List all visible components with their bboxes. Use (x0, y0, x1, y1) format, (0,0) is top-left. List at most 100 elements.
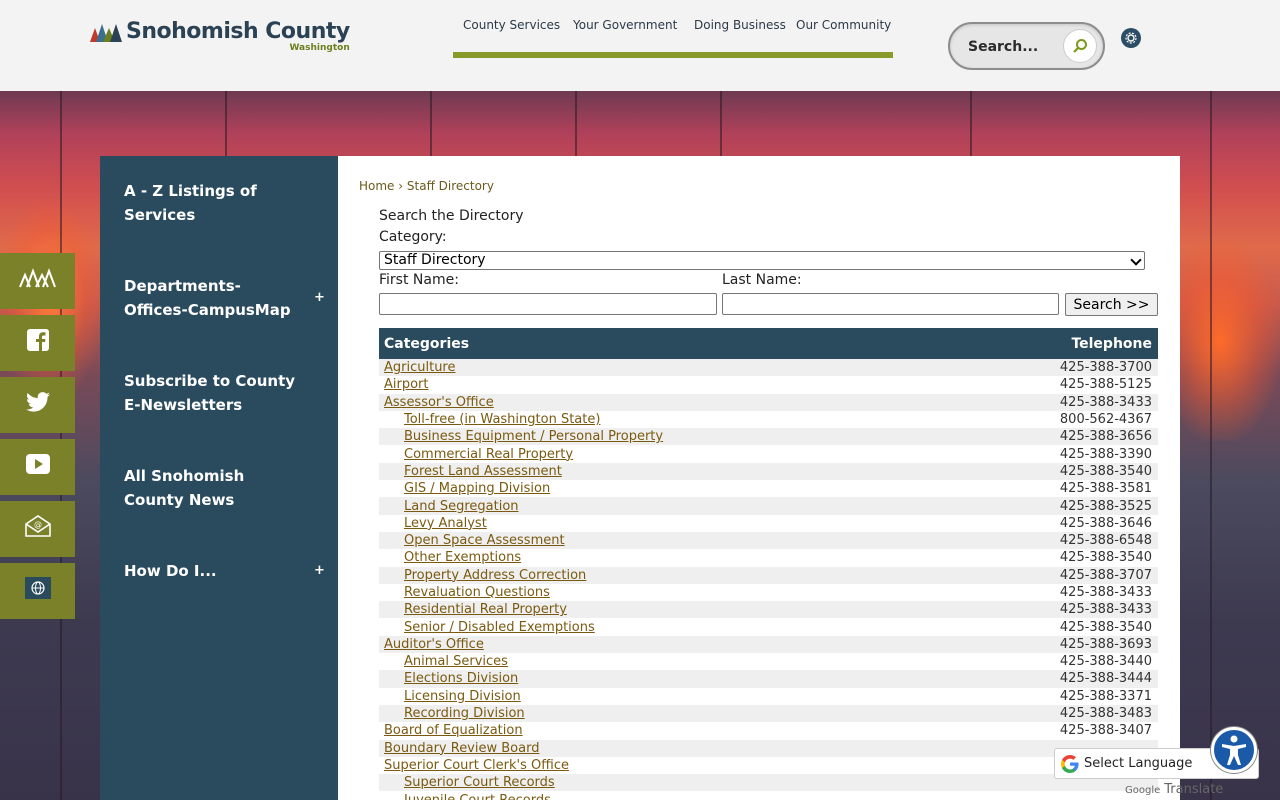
sidenav-subscribe[interactable]: Subscribe to County E-Newsletters (124, 369, 304, 417)
category-link[interactable]: Recording Division (379, 706, 525, 721)
table-row: Land Segregation 425-388-3525 (379, 497, 1158, 515)
category-link[interactable]: Senior / Disabled Exemptions (379, 620, 595, 635)
last-name-input[interactable] (722, 293, 1059, 315)
column-categories: Categories (384, 335, 470, 352)
category-link[interactable]: Property Address Correction (379, 568, 586, 583)
table-row: GIS / Mapping Division 425-388-3581 (379, 480, 1158, 497)
category-link[interactable]: Assessor's Office (379, 395, 494, 410)
first-name-input[interactable] (379, 293, 717, 315)
svg-text:@: @ (34, 520, 42, 529)
telephone-value: 800-562-4367 (1059, 412, 1152, 428)
category-link[interactable]: Airport (379, 377, 429, 392)
sidenav-departments[interactable]: Departments-Offices-CampusMap (124, 274, 304, 322)
breadcrumb: Home › Staff Directory (359, 179, 494, 193)
side-navigation: A - Z Listings of Services Departments-O… (100, 156, 338, 800)
accessibility-icon (1222, 735, 1246, 765)
logo-name: Snohomish County (126, 19, 350, 44)
category-label: Category: (379, 229, 447, 245)
telephone-value: 425-388-3444 (1059, 671, 1152, 687)
category-link[interactable]: Board of Equalization (379, 723, 523, 738)
last-name-label: Last Name: (722, 272, 802, 288)
telephone-value: 425-388-3407 (1059, 723, 1152, 739)
table-row: Property Address Correction 425-388-3707 (379, 566, 1158, 584)
category-link[interactable]: Business Equipment / Personal Property (379, 429, 663, 444)
social-translate-link[interactable] (0, 563, 75, 619)
nav-our-community[interactable]: Our Community (796, 18, 891, 32)
table-row: Commercial Real Property 425-388-3390 (379, 445, 1158, 462)
social-email-link[interactable]: @ (0, 501, 75, 557)
table-row: Boundary Review Board (379, 739, 1158, 757)
logo-trees-icon (90, 24, 122, 42)
directory-table: Categories Telephone Agriculture 425-388-… (379, 328, 1158, 800)
site-search[interactable]: Search... (948, 22, 1105, 70)
category-link[interactable]: Agriculture (379, 360, 456, 375)
category-link[interactable]: Juvenile Court Records (379, 793, 551, 800)
search-button[interactable] (1063, 29, 1097, 63)
nav-your-government[interactable]: Your Government (573, 18, 677, 32)
youtube-icon (25, 454, 50, 474)
category-link[interactable]: Revaluation Questions (379, 585, 550, 600)
social-facebook-link[interactable] (0, 315, 75, 371)
breadcrumb-separator: › (398, 179, 404, 193)
category-link[interactable]: Residential Real Property (379, 602, 567, 617)
social-youtube-link[interactable] (0, 439, 75, 495)
table-row: Elections Division 425-388-3444 (379, 670, 1158, 688)
table-row: Auditor's Office 425-388-3693 (379, 635, 1158, 654)
translate-link[interactable]: Translate (1164, 782, 1223, 797)
sidenav-news[interactable]: All Snohomish County News (124, 464, 304, 512)
accessibility-button[interactable] (1211, 727, 1257, 773)
main-content: Home › Staff Directory Search the Direct… (338, 156, 1180, 800)
category-link[interactable]: Superior Court Records (379, 775, 555, 790)
category-link[interactable]: Land Segregation (379, 499, 519, 514)
table-row: Assessor's Office 425-388-3433 (379, 393, 1158, 411)
table-row: Business Equipment / Personal Property 42… (379, 428, 1158, 446)
telephone-value: 425-388-6548 (1059, 533, 1152, 549)
search-input[interactable]: Search... (968, 39, 1038, 55)
table-row: Other Exemptions 425-388-3540 (379, 549, 1158, 566)
category-link[interactable]: GIS / Mapping Division (379, 481, 550, 496)
category-link[interactable]: Superior Court Clerk's Office (379, 758, 569, 773)
category-link[interactable]: Forest Land Assessment (379, 464, 562, 479)
twitter-icon (25, 392, 50, 412)
category-link[interactable]: Commercial Real Property (379, 447, 573, 462)
gear-icon[interactable] (1121, 28, 1141, 48)
social-twitter-link[interactable] (0, 377, 75, 433)
category-link[interactable]: Open Space Assessment (379, 533, 565, 548)
telephone-value: 425-388-3707 (1059, 567, 1152, 583)
category-link[interactable]: Boundary Review Board (379, 741, 539, 756)
table-body: Agriculture 425-388-3700 Airport 425-388-51… (379, 359, 1158, 800)
facebook-icon (26, 329, 49, 351)
search-directory-heading: Search the Directory (379, 208, 524, 224)
language-select-label: Select Language (1084, 756, 1193, 771)
expand-departments-icon[interactable]: + (314, 290, 325, 305)
table-row: Agriculture 425-388-3700 (379, 359, 1158, 377)
first-name-label: First Name: (379, 272, 459, 288)
category-select[interactable]: Staff Directory (379, 251, 1145, 270)
email-icon: @ (24, 515, 51, 537)
county-logo[interactable]: Snohomish County Washington (90, 20, 350, 53)
nav-county-services[interactable]: County Services (463, 18, 560, 32)
expand-how-do-i-icon[interactable]: + (314, 563, 325, 578)
social-sidebar: @ (0, 253, 75, 625)
category-link[interactable]: Levy Analyst (379, 516, 487, 531)
nav-doing-business[interactable]: Doing Business (694, 18, 786, 32)
category-link[interactable]: Animal Services (379, 654, 508, 669)
table-header: Categories Telephone (379, 328, 1158, 359)
category-link[interactable]: Other Exemptions (379, 550, 521, 565)
table-row: Airport 425-388-5125 (379, 376, 1158, 393)
column-telephone: Telephone (1071, 335, 1152, 352)
telephone-value: 425-388-3433 (1059, 585, 1152, 600)
sidenav-az-listings[interactable]: A - Z Listings of Services (124, 179, 304, 227)
social-county-link[interactable] (0, 253, 75, 309)
table-row: Juvenile Court Records (379, 791, 1158, 800)
category-link[interactable]: Licensing Division (379, 689, 521, 704)
category-link[interactable]: Toll-free (in Washington State) (379, 412, 600, 427)
category-link[interactable]: Elections Division (379, 671, 518, 686)
directory-search-button[interactable]: Search >> (1065, 293, 1158, 316)
breadcrumb-current[interactable]: Staff Directory (407, 179, 494, 193)
telephone-value: 425-388-3693 (1059, 636, 1152, 652)
breadcrumb-home[interactable]: Home (359, 179, 394, 193)
sidenav-how-do-i[interactable]: How Do I... (124, 559, 304, 583)
category-link[interactable]: Auditor's Office (379, 637, 484, 652)
table-row: Board of Equalization 425-388-3407 (379, 722, 1158, 739)
